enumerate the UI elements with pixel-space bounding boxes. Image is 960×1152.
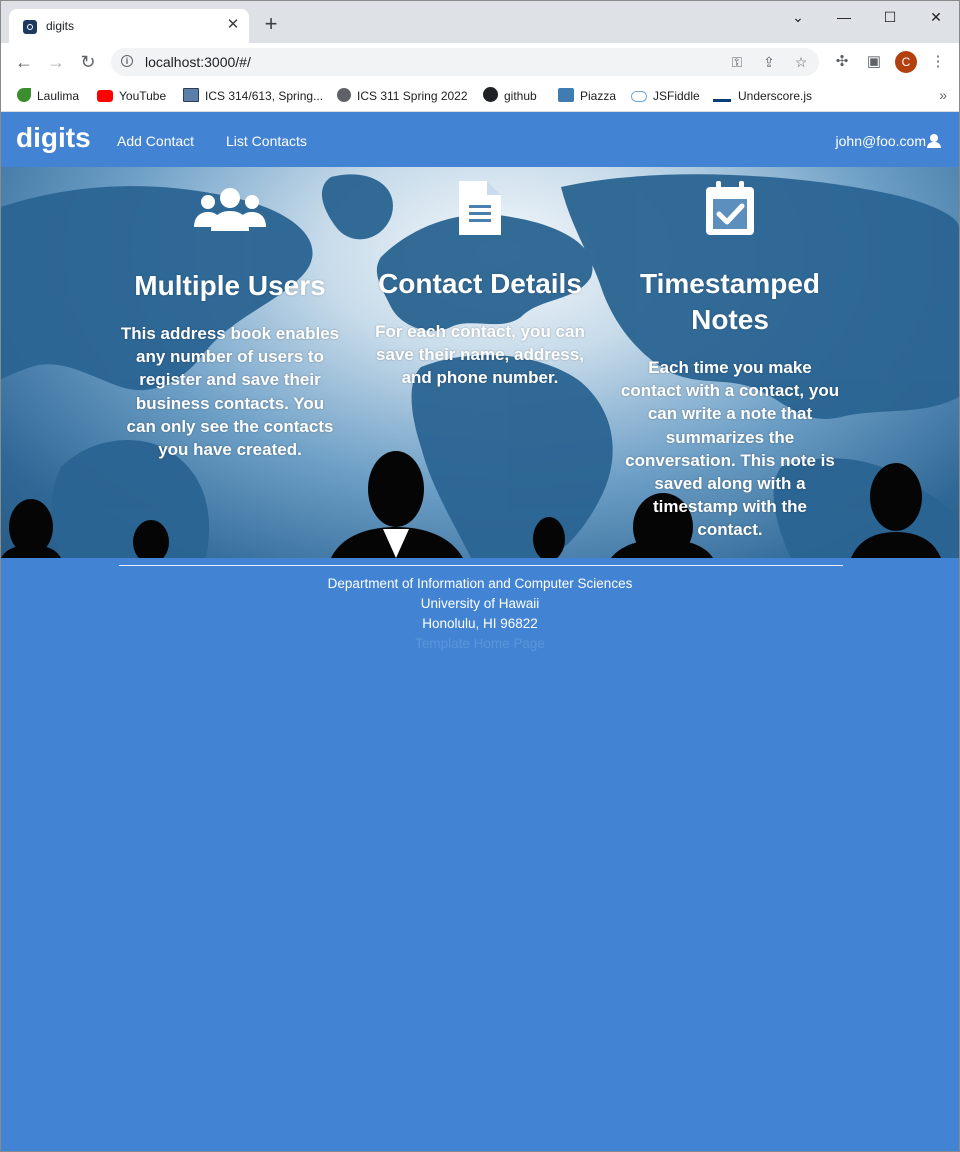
minimize-button[interactable]: — (821, 5, 867, 29)
tab-title: digits (46, 19, 75, 33)
bookmark-underscore[interactable]: Underscore.js (713, 87, 812, 105)
back-arrow-icon[interactable]: ← (11, 50, 37, 74)
calendar-check-icon (706, 181, 754, 235)
feature-title: Timestamped Notes (640, 268, 820, 335)
site-favicon-icon (23, 20, 37, 34)
bookmark-ics314[interactable]: ICS 314/613, Spring... (183, 87, 323, 105)
user-email: john@foo.com (835, 133, 926, 149)
share-icon[interactable]: ⇪ (759, 52, 779, 72)
tab-search-icon[interactable]: ⌄ (775, 5, 821, 29)
forward-arrow-icon[interactable]: → (43, 50, 69, 74)
tab-close-icon[interactable]: ✕ (223, 15, 243, 35)
cloud-icon (631, 91, 647, 102)
bookmarks-bar: Laulima YouTube ICS 314/613, Spring... I… (1, 81, 959, 112)
nav-add-contact[interactable]: Add Contact (117, 133, 194, 149)
profile-avatar[interactable]: C (895, 51, 917, 73)
hero-section: Multiple Users This address book enables… (1, 167, 959, 558)
page-footer: Department of Information and Computer S… (1, 558, 959, 1151)
close-window-button[interactable]: ✕ (913, 5, 959, 29)
feature-text: This address book enables any number of … (120, 324, 340, 460)
github-icon (483, 87, 498, 102)
feature-title: Multiple Users (134, 270, 326, 301)
underscore-icon (713, 89, 731, 102)
bookmark-github[interactable]: github (483, 87, 537, 105)
bookmark-jsfiddle[interactable]: JSFiddle (631, 87, 700, 105)
browser-window: digits ✕ + ⌄ — ☐ ✕ ← → ↻ i localhost:300… (0, 0, 960, 1152)
address-bar[interactable]: i localhost:3000/#/ ⚿ ⇪ ☆ (111, 48, 819, 76)
key-icon[interactable]: ⚿ (727, 52, 747, 72)
piazza-icon (558, 88, 574, 102)
browser-toolbar: ← → ↻ i localhost:3000/#/ ⚿ ⇪ ☆ ✣ ▣ C ⋮ (1, 43, 959, 81)
laulima-leaf-icon (17, 88, 31, 102)
more-bookmarks-icon[interactable]: » (939, 87, 947, 103)
globe-icon (337, 88, 351, 102)
feature-contact-details: Contact Details For each contact, you ca… (369, 167, 591, 390)
file-icon (459, 181, 501, 235)
user-menu[interactable]: john@foo.com (836, 133, 941, 149)
brand-logo[interactable]: digits (16, 122, 91, 154)
browser-tab[interactable]: digits ✕ (9, 9, 249, 43)
site-info-icon[interactable]: i (121, 55, 133, 67)
footer-department: Department of Information and Computer S… (327, 576, 633, 591)
bookmark-ics311[interactable]: ICS 311 Spring 2022 (337, 87, 468, 105)
user-icon (927, 134, 941, 148)
extensions-icon[interactable]: ✣ (831, 52, 853, 72)
page-icon (183, 88, 199, 102)
users-icon (194, 188, 266, 231)
side-panel-icon[interactable]: ▣ (863, 52, 885, 72)
feature-text: Each time you make contact with a contac… (620, 358, 840, 540)
footer-address: Honolulu, HI 96822 (422, 616, 538, 631)
reload-icon[interactable]: ↻ (75, 50, 101, 74)
tab-strip: digits ✕ + ⌄ — ☐ ✕ (1, 1, 959, 43)
youtube-icon (97, 90, 113, 102)
bookmark-star-icon[interactable]: ☆ (791, 52, 811, 72)
feature-text: For each contact, you can save their nam… (375, 322, 585, 388)
menu-kebab-icon[interactable]: ⋮ (927, 52, 949, 72)
bookmark-piazza[interactable]: Piazza (558, 87, 616, 105)
nav-list-contacts[interactable]: List Contacts (226, 133, 307, 149)
footer-divider (119, 565, 843, 566)
feature-title: Contact Details (378, 268, 582, 299)
footer-university: University of Hawaii (420, 596, 540, 611)
footer-template-link[interactable]: Template Home Page (1, 636, 959, 651)
feature-multiple-users: Multiple Users This address book enables… (119, 167, 341, 461)
maximize-button[interactable]: ☐ (867, 5, 913, 29)
feature-timestamped-notes: Timestamped Notes Each time you make con… (619, 167, 841, 542)
bookmark-youtube[interactable]: YouTube (97, 87, 166, 105)
bookmark-laulima[interactable]: Laulima (17, 87, 79, 105)
new-tab-button[interactable]: + (259, 13, 283, 37)
app-navbar: digits Add Contact List Contacts john@fo… (1, 112, 959, 167)
url-text[interactable]: localhost:3000/#/ (145, 54, 251, 70)
